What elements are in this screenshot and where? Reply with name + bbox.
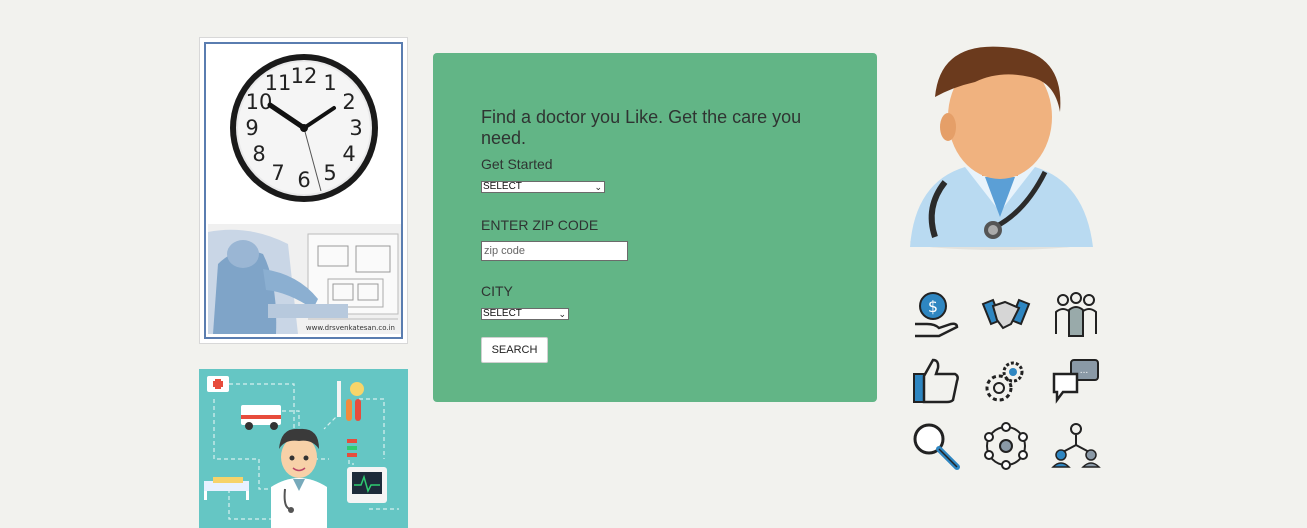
city-label: CITY [481,283,513,299]
svg-text:$: $ [928,297,938,316]
clock-numeral: 3 [349,116,362,140]
clock-numeral: 2 [342,90,355,114]
wall-clock-image: 12 1234567891011 [230,54,378,202]
clock-numeral: 9 [245,116,258,140]
money-hand-icon: $ [915,292,959,338]
ambulance-icon [241,405,281,430]
doctor-character [271,428,327,528]
zip-code-input[interactable]: zip code [481,241,628,261]
watermark-text: www.drsvenkatesan.co.in [305,324,395,332]
bed-icon [204,477,249,500]
gears-icon [985,361,1024,402]
chevron-down-icon: ⌄ [594,182,602,192]
clock-numeral: 12 [291,64,318,88]
clock-numeral: 6 [297,168,310,192]
handshake-icon [981,298,1031,330]
svg-text:...: ... [1080,366,1089,376]
pill-icons [347,439,357,457]
clock-numeral: 7 [271,161,284,185]
search-button[interactable]: SEARCH [481,337,548,363]
city-select-value: SELECT [483,308,522,319]
clock-numeral: 4 [342,142,355,166]
thermometer-icon [337,381,364,421]
city-select[interactable]: SELECT ⌄ [481,308,569,320]
specialty-select-value: SELECT [483,181,522,192]
monitor-icon [347,467,387,503]
chevron-down-icon: ⌄ [558,309,566,319]
specialty-select[interactable]: SELECT ⌄ [481,181,605,193]
clock-numeral: 11 [265,71,292,95]
network-icon [984,422,1028,470]
magnifier-icon [913,423,960,470]
clock-image-card: 12 1 2 3 4 5 6 7 8 9 10 11 www.drsvenkatesan.co.in [199,37,408,344]
hierarchy-icon [1051,423,1101,468]
clock-numeral: 1 [323,71,336,95]
get-started-label: Get Started [481,156,553,172]
surgery-scene-image [208,224,401,334]
form-title: Find a doctor you Like. Get the care you… [481,107,802,148]
medical-kit-icon [207,376,229,392]
find-doctor-form: Find a doctor you Like. Get the care you… [433,53,877,402]
doctor-avatar-image [910,46,1093,250]
clock-numeral: 5 [323,161,336,185]
chat-icon: ... [1052,359,1099,404]
healthcare-illustration [199,369,408,528]
clock-numeral: 8 [252,142,265,166]
zip-code-label: ENTER ZIP CODE [481,217,599,233]
team-icon [1055,292,1097,337]
zip-code-placeholder: zip code [484,245,525,257]
thumbs-up-icon [913,358,959,404]
